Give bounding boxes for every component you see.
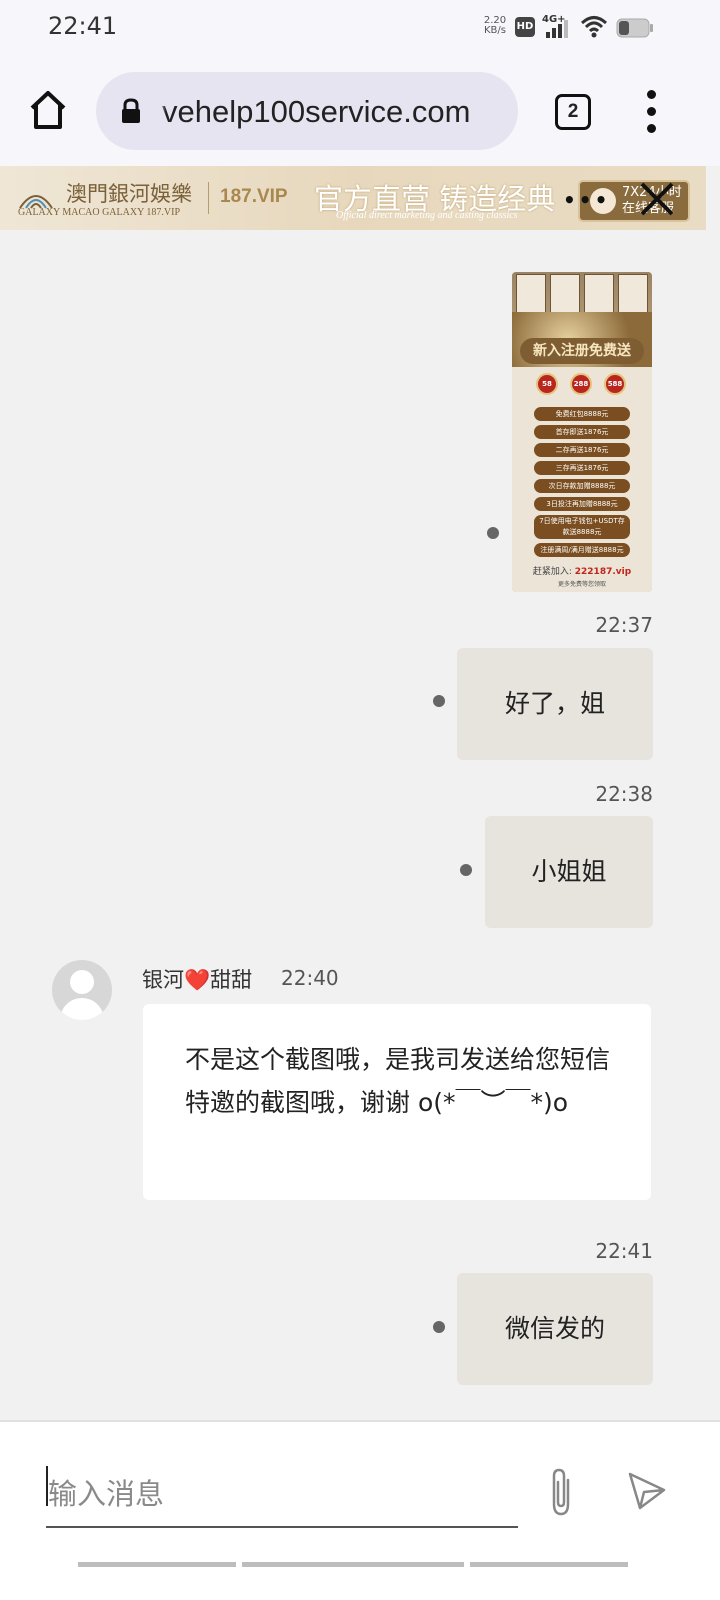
message-input[interactable] [46, 1462, 518, 1528]
banner-close-button[interactable] [638, 180, 676, 218]
attach-button[interactable] [542, 1466, 580, 1518]
url-bar[interactable]: vehelp100service.com [96, 72, 518, 150]
message-timestamp: 22:38 [595, 782, 653, 806]
bonus-coin: 588 [604, 373, 626, 395]
banner-divider [208, 182, 209, 214]
promo-row: 注册满周/满月赠送8888元 [534, 543, 630, 557]
avatar[interactable] [52, 960, 112, 1020]
message-composer [0, 1420, 720, 1600]
lock-icon [120, 98, 142, 128]
signal-type-label: 4G+ [542, 14, 566, 25]
status-time: 22:41 [48, 12, 118, 40]
promo-row: 首存即送1876元 [534, 425, 630, 439]
phone-mockup [516, 274, 546, 314]
close-icon [640, 182, 674, 216]
outgoing-message[interactable]: 好了，姐 [457, 648, 653, 760]
network-speed-unit: KB/s [484, 25, 506, 36]
bonus-coin: 58 [536, 373, 558, 395]
send-button[interactable] [624, 1468, 670, 1514]
cellular-signal-icon: 4G+ [542, 14, 572, 40]
banner-vip-label: 187.VIP [220, 186, 288, 207]
promo-image-body: 58 288 588 免费红包8888元 首存即送1876元 二存再送1876元… [512, 367, 652, 592]
wifi-icon [580, 14, 608, 42]
menu-dot-icon [647, 124, 656, 133]
outgoing-message[interactable]: 微信发的 [457, 1273, 653, 1385]
banner-slogan-english: Official direct marketing and casting cl… [336, 210, 518, 221]
nav-bar-segment [78, 1562, 236, 1567]
more-menu-button[interactable] [640, 90, 664, 134]
hd-badge-icon: HD [515, 17, 535, 37]
message-status-dot [460, 864, 472, 876]
network-speed: 2.20 KB/s [480, 16, 510, 36]
promo-footer-note: 更多免费等您领取 [557, 581, 606, 588]
promo-banner[interactable]: 澳門銀河娛樂 GALAXY MACAO GALAXY 187.VIP 187.V… [0, 166, 706, 230]
promo-row: 3日投注再加赠8888元 [534, 497, 630, 511]
sender-name: 银河❤️甜甜 [142, 968, 253, 992]
tab-switcher-button[interactable]: 2 [555, 94, 591, 130]
banner-more-icon: ••• [563, 188, 611, 212]
avatar-body [60, 998, 104, 1020]
message-status-dot [433, 695, 445, 707]
promo-footer-label: 赶紧加入: [532, 567, 572, 577]
nav-bar-segment [242, 1562, 464, 1567]
paperclip-icon [552, 1468, 570, 1516]
banner-brand-subtitle: GALAXY MACAO GALAXY 187.VIP [18, 207, 181, 218]
battery-icon [616, 18, 654, 42]
message-timestamp: 22:41 [595, 1239, 653, 1263]
promo-row: 次日存款加赠8888元 [534, 479, 630, 493]
home-button[interactable] [26, 88, 70, 132]
message-timestamp: 22:40 [281, 966, 339, 990]
phone-mockup [550, 274, 580, 314]
url-fade [158, 86, 166, 136]
nav-bar-segment [470, 1562, 628, 1567]
promo-image-title: 新入注册免费送 [520, 338, 644, 364]
text-caret [46, 1466, 48, 1506]
phone-mockup [584, 274, 614, 314]
message-status-dot [433, 1321, 445, 1333]
promo-image-message[interactable]: 新入注册免费送 58 288 588 免费红包8888元 首存即送1876元 二… [512, 272, 652, 592]
promo-image-footer: 赶紧加入: 222187.vip [512, 564, 652, 577]
status-bar: 22:41 2.20 KB/s HD 4G+ [0, 0, 720, 56]
incoming-message[interactable]: 不是这个截图哦，是我司发送给您短信特邀的截图哦，谢谢 o(*￣︶￣*)o [143, 1004, 651, 1200]
menu-dot-icon [647, 107, 656, 116]
message-timestamp: 22:37 [595, 613, 653, 637]
bonus-coin: 288 [570, 373, 592, 395]
promo-row: 7日使用电子钱包+USDT存款送8888元 [534, 515, 630, 539]
url-text: vehelp100service.com [162, 94, 471, 129]
promo-footer-link: 222187.vip [574, 567, 632, 577]
outgoing-message[interactable]: 小姐姐 [485, 816, 653, 928]
chat-messages[interactable]: 新入注册免费送 58 288 588 免费红包8888元 首存即送1876元 二… [0, 230, 720, 1420]
promo-row: 三存再送1876元 [534, 461, 630, 475]
menu-dot-icon [647, 90, 656, 99]
phone-mockup [618, 274, 648, 314]
promo-row: 免费红包8888元 [534, 407, 630, 421]
home-icon [30, 91, 66, 129]
avatar-head [70, 970, 94, 994]
send-icon [628, 1472, 666, 1510]
browser-toolbar: vehelp100service.com 2 [0, 56, 720, 166]
banner-brand-name: 澳門銀河娛樂 [66, 182, 192, 206]
message-status-dot [487, 527, 499, 539]
promo-row: 二存再送1876元 [534, 443, 630, 457]
